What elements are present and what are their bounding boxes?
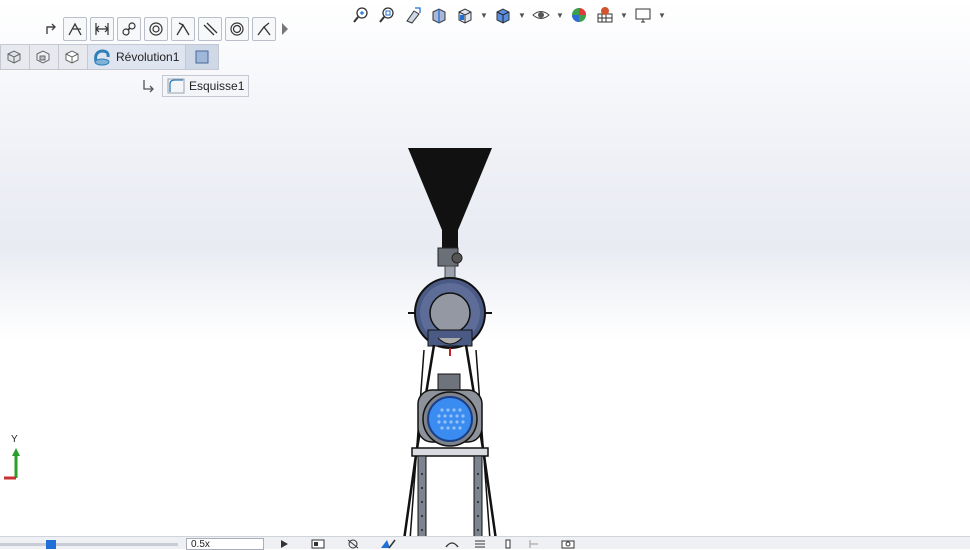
motion-study-icon[interactable] — [444, 538, 460, 549]
breadcrumb-item-face[interactable] — [186, 44, 220, 70]
force-icon[interactable] — [500, 538, 516, 549]
section-view-icon[interactable] — [428, 5, 450, 25]
chevron-down-icon[interactable]: ▼ — [480, 5, 488, 25]
arrow-return-icon[interactable] — [44, 18, 60, 40]
coradial-relation-icon[interactable] — [225, 17, 249, 41]
timeline-slider[interactable] — [0, 543, 178, 546]
zoom-to-fit-icon[interactable] — [350, 5, 372, 25]
horizontal-relation-icon[interactable] — [63, 17, 87, 41]
chevron-down-icon[interactable]: ▼ — [620, 5, 628, 25]
solid-icon — [63, 49, 81, 65]
breadcrumb-item-revolve[interactable]: Révolution1 — [88, 44, 187, 70]
face-icon — [194, 49, 210, 65]
apply-scene-icon[interactable] — [594, 5, 616, 25]
sketch-arrow-icon — [142, 79, 156, 93]
view-orientation-icon[interactable] — [454, 5, 476, 25]
breadcrumb-item-solid[interactable] — [59, 44, 88, 70]
revolve-icon — [92, 48, 112, 66]
concentric-relation-icon[interactable] — [144, 17, 168, 41]
animation-wizard-icon[interactable] — [345, 538, 361, 549]
reference-triad: Y — [4, 434, 28, 486]
heads-up-view-toolbar: ▼ ▼ ▼ ▼ ▼ — [350, 4, 666, 26]
view-settings-icon[interactable] — [632, 5, 654, 25]
breadcrumb-label: Révolution1 — [116, 50, 180, 64]
model-view[interactable] — [400, 140, 500, 540]
playback-speed-select[interactable]: 0.5x — [186, 538, 264, 550]
tangent-relation-icon[interactable] — [117, 17, 141, 41]
chevron-down-icon[interactable]: ▼ — [556, 5, 564, 25]
record-icon[interactable] — [310, 538, 326, 549]
distance-relation-icon[interactable] — [90, 17, 114, 41]
chevron-down-icon[interactable]: ▼ — [518, 5, 526, 25]
motion-study-bar: 0.5x — [0, 536, 970, 550]
motor-icon[interactable] — [526, 538, 542, 549]
expand-arrow-icon[interactable] — [279, 18, 291, 40]
part-icon — [5, 49, 23, 65]
sketch-relations-toolbar — [44, 16, 291, 42]
study-properties-icon[interactable] — [560, 538, 576, 549]
perpendicular-relation-icon[interactable] — [252, 17, 276, 41]
previous-view-icon[interactable] — [402, 5, 424, 25]
body-icon — [34, 49, 52, 65]
breadcrumb: Révolution1 — [0, 44, 220, 70]
spring-icon[interactable] — [472, 538, 488, 549]
sketch-label: Esquisse1 — [189, 79, 245, 93]
coincident-relation-icon[interactable] — [171, 17, 195, 41]
sketch-breadcrumb: Esquisse1 — [142, 74, 250, 98]
hide-show-items-icon[interactable] — [530, 5, 552, 25]
edit-appearance-icon[interactable] — [568, 5, 590, 25]
breadcrumb-item-body[interactable] — [30, 44, 59, 70]
sketch-icon — [167, 78, 185, 94]
chevron-down-icon[interactable]: ▼ — [658, 5, 666, 25]
zoom-to-area-icon[interactable] — [376, 5, 398, 25]
key-point-icon[interactable] — [380, 538, 396, 549]
sketch-item[interactable]: Esquisse1 — [162, 75, 250, 97]
breadcrumb-item-part[interactable] — [0, 44, 30, 70]
display-style-icon[interactable] — [492, 5, 514, 25]
parallel-relation-icon[interactable] — [198, 17, 222, 41]
play-icon[interactable] — [276, 538, 292, 549]
